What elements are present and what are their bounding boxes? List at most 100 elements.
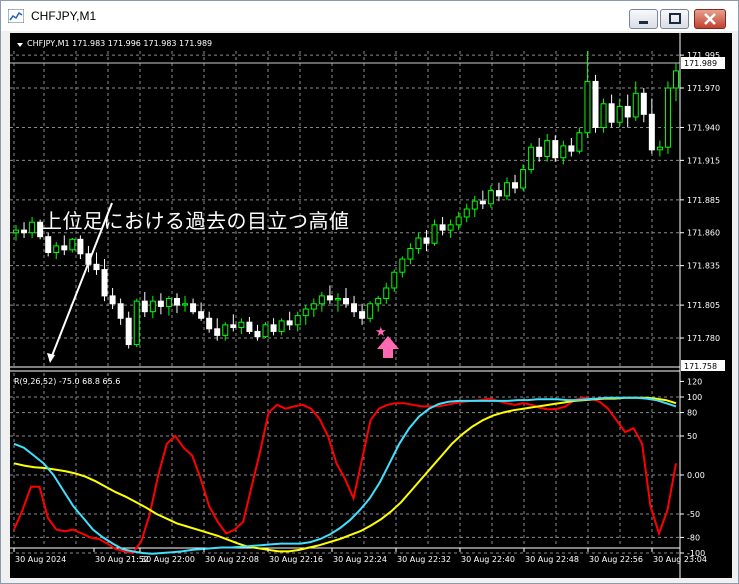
candle-body [29,221,36,234]
candle-body [101,269,108,297]
candle-body [632,92,639,118]
candle-body [560,145,567,159]
candle-body [230,324,237,328]
candle-body [608,103,615,123]
candle-body [117,303,124,319]
candle-body [592,80,599,128]
candle-body [270,324,277,332]
chart-window: CHFJPY,M1 171.995 171.970 171.940 171.915 17… [0,0,739,584]
candle-body [262,324,269,338]
close-button[interactable] [694,9,726,29]
candle-body [463,208,470,218]
candle-body [552,140,559,159]
candle-body [246,321,253,332]
candle-body [310,303,317,310]
bottom-price-label: 171.758 [684,362,717,371]
candle-body [286,320,293,326]
candle-body [334,298,341,301]
osc-tick-label: 50 [687,432,697,441]
candle-body [544,140,551,157]
candle-body [600,103,607,128]
candle-body [53,245,60,253]
time-tick-label: 30 Aug 22:32 [397,555,451,564]
candle-body [520,169,527,189]
time-tick-label: 30 Aug 2024 [15,555,66,564]
candle-body [447,224,454,231]
candle-body [576,132,583,152]
candle-body [536,146,543,157]
pink-star-icon: ★ [375,325,387,340]
title-bar[interactable]: CHFJPY,M1 [1,1,738,31]
candle-body [198,311,205,319]
candle-body [479,200,486,205]
candle-body [584,80,591,134]
candle-body [109,295,116,305]
candle-body [351,303,358,313]
candle-body [173,298,180,306]
candle-body [190,303,197,313]
candle-body [13,229,19,234]
candle-body [383,287,390,300]
candle-body [254,330,261,338]
time-tick-label: 30 Aug 22:16 [269,555,323,564]
candle-body [238,321,245,328]
time-tick-label: 30 Aug 22:24 [333,555,387,564]
candle-body [455,216,462,226]
candle-body [214,328,221,336]
candle-body [157,300,164,307]
current-price-label: 171.989 [684,59,717,68]
header-dropdown-icon [17,43,23,47]
price-tick-label: 171.885 [687,196,720,205]
restore-button[interactable] [660,9,689,29]
price-tick-label: 171.860 [687,229,720,238]
candle-body [375,298,382,305]
candle-body [359,311,366,319]
candle-body [93,263,100,271]
candle-body [624,105,631,118]
candle-body [222,324,229,336]
candle-body [149,300,156,313]
candle-body [431,224,438,244]
candle-body [640,92,647,115]
price-tick-label: 171.805 [687,301,720,310]
candle-body [133,300,140,346]
candle-body [326,295,333,301]
candle-body [495,190,502,197]
candle-body [77,238,84,255]
candle-body [182,303,189,306]
candle-body [343,298,349,305]
candle-body [616,105,623,123]
minimize-button[interactable] [629,9,658,29]
osc-header-label: R(9,26,52) -75.0 68.8 65.6 [14,377,120,386]
candle-body [664,87,671,148]
osc-tick-label: 100 [687,393,702,402]
candle-body [391,271,398,289]
osc-tick-label: 120 [687,377,702,386]
chart-canvas[interactable]: 171.995171.970171.940171.915171.885171.8… [10,33,732,578]
candle-body [673,70,679,89]
candle-body [415,237,422,250]
candle-body [45,236,52,253]
osc-tick-label: 80 [687,409,697,418]
candle-body [302,308,309,317]
candle-body [165,298,172,307]
chart-area[interactable]: 171.995 171.970 171.940 171.915 171.885 171.8… [10,33,732,578]
candle-body [399,258,406,273]
candle-body [512,182,519,189]
price-tick-label: 171.940 [687,123,720,132]
candle-body [141,300,148,313]
osc-tick-label: -80 [687,533,700,542]
candle-body [318,295,325,305]
candle-body [125,317,132,346]
candle-body [439,224,446,231]
osc-tick-label: -50 [687,510,700,519]
price-tick-label: 171.970 [687,84,720,93]
candle-body [294,315,301,326]
time-tick-label: 30 Aug 23:04 [653,555,707,564]
candle-body [21,229,28,234]
price-tick-label: 171.780 [687,334,720,343]
candle-body [61,245,68,251]
candle-body [471,200,478,210]
annotation-text: 上位足における過去の目立つ高値 [42,209,350,233]
time-tick-label: 30 Aug 22:48 [525,555,579,564]
